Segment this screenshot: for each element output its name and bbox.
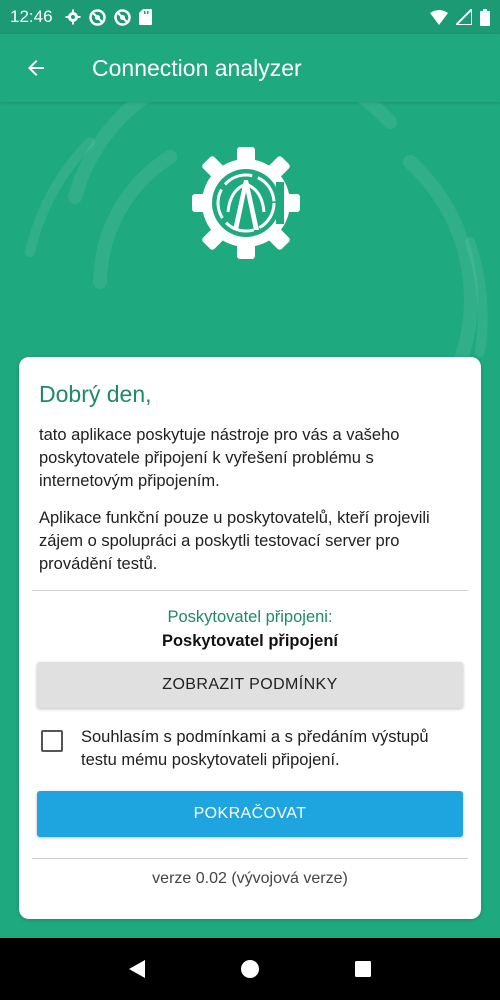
sd-card-icon: [138, 9, 152, 25]
agree-row[interactable]: Souhlasím s podmínkami a s předáním výst…: [39, 726, 461, 772]
show-terms-button[interactable]: ZOBRAZIT PODMÍNKY: [37, 662, 463, 708]
recents-square-icon[interactable]: [353, 959, 373, 979]
signal-icon: [456, 9, 472, 25]
divider: [32, 590, 468, 591]
navigation-bar: [0, 938, 500, 1000]
continue-button[interactable]: POKRAČOVAT: [37, 791, 463, 837]
no-entry-icon: [113, 8, 131, 26]
app-bar: Connection analyzer: [0, 34, 500, 102]
availability-paragraph: Aplikace funkční pouze u poskytovatelů, …: [39, 509, 430, 573]
no-entry-icon: [88, 8, 106, 26]
back-triangle-icon[interactable]: [127, 959, 147, 979]
battery-icon: [480, 8, 490, 26]
agree-label[interactable]: Souhlasím s podmínkami a s předáním výst…: [81, 726, 461, 772]
greeting-heading: Dobrý den,: [39, 381, 152, 407]
clock: 12:46: [10, 7, 53, 26]
status-bar: 12:46: [0, 0, 500, 34]
divider: [32, 858, 468, 859]
provider-label: Poskytovatel připojeni:: [167, 608, 333, 626]
gear-icon: [65, 9, 81, 25]
version-text: verze 0.02 (vývojová verze): [152, 870, 348, 887]
intro-paragraph: tato aplikace poskytuje nástroje pro vás…: [39, 426, 400, 490]
welcome-card: Dobrý den, tato aplikace poskytuje nástr…: [19, 357, 481, 919]
home-circle-icon[interactable]: [240, 959, 260, 979]
hero-area: [0, 102, 500, 362]
provider-name: Poskytovatel připojení: [161, 632, 339, 650]
agree-checkbox[interactable]: [41, 730, 63, 752]
arrow-left-icon: [28, 60, 44, 76]
app-title: Connection analyzer: [92, 54, 302, 81]
wifi-icon: [430, 9, 448, 25]
back-button[interactable]: [0, 34, 72, 102]
gear-antenna-logo: [192, 147, 300, 259]
